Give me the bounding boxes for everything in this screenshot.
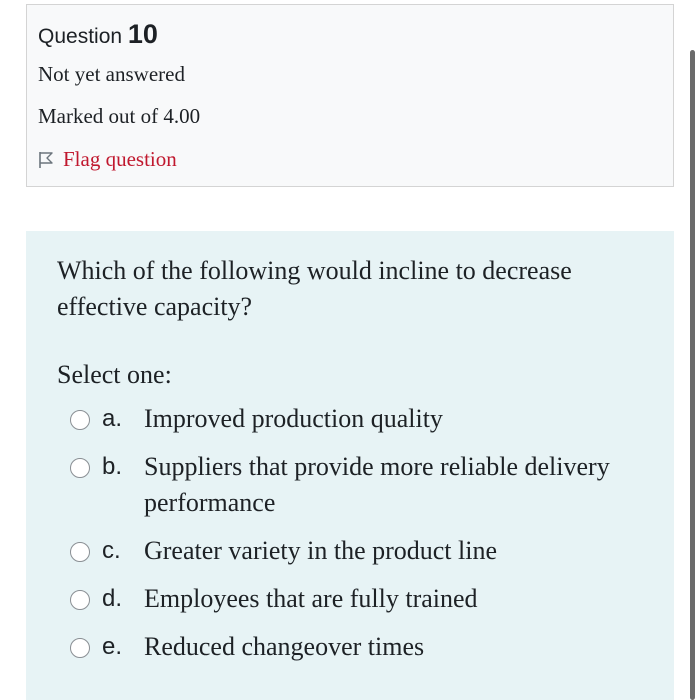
flag-question-label: Flag question [63, 147, 177, 171]
answer-option-a[interactable]: a. Improved production quality [70, 401, 660, 437]
answer-text[interactable]: Suppliers that provide more reliable del… [144, 449, 660, 521]
answer-text[interactable]: Improved production quality [144, 401, 660, 437]
question-label: Question [38, 25, 123, 48]
answer-option-c[interactable]: c. Greater variety in the product line [70, 533, 660, 569]
question-grade: Marked out of 4.00 [38, 104, 201, 128]
answer-letter: e. [102, 633, 123, 660]
answer-list: a. Improved production quality b. Suppli… [70, 401, 660, 677]
radio-button-d[interactable] [70, 590, 90, 610]
question-formulation: Which of the following would incline to … [26, 231, 674, 700]
question-number-value: 10 [127, 19, 158, 49]
answer-text[interactable]: Greater variety in the product line [144, 533, 660, 569]
answer-letter: b. [102, 453, 123, 480]
question-number: Question 10 [38, 19, 158, 50]
radio-button-b[interactable] [70, 458, 90, 478]
flag-outline-icon [39, 151, 53, 168]
question-state: Not yet answered [38, 62, 185, 86]
answer-option-d[interactable]: d. Employees that are fully trained [70, 581, 660, 617]
answer-letter: a. [102, 405, 123, 432]
answer-option-e[interactable]: e. Reduced changeover times [70, 629, 660, 665]
radio-button-e[interactable] [70, 638, 90, 658]
answer-option-b[interactable]: b. Suppliers that provide more reliable … [70, 449, 660, 521]
page-scrollbar[interactable] [690, 50, 695, 700]
answer-text[interactable]: Reduced changeover times [144, 629, 660, 665]
radio-button-c[interactable] [70, 542, 90, 562]
answer-prompt: Select one: [57, 360, 172, 389]
answer-letter: c. [102, 537, 121, 564]
answer-text[interactable]: Employees that are fully trained [144, 581, 660, 617]
radio-button-a[interactable] [70, 410, 90, 430]
question-text: Which of the following would incline to … [57, 256, 572, 321]
answer-letter: d. [102, 585, 123, 612]
flag-question-link[interactable]: Flag question [38, 147, 177, 172]
question-info-panel: Question 10 Not yet answered Marked out … [26, 4, 674, 187]
